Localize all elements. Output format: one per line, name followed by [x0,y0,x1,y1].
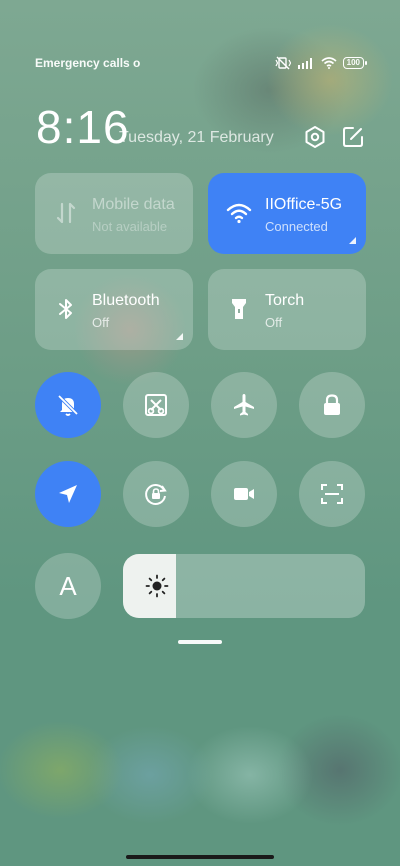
wifi-tile[interactable]: IIOffice-5G Connected [208,173,366,254]
mobile-data-tile[interactable]: Mobile data Not available [35,173,193,254]
screenshot-toggle[interactable] [123,372,189,438]
brightness-icon [145,574,169,598]
scan-icon [321,484,343,504]
rotation-lock-toggle[interactable] [123,461,189,527]
vibrate-off-icon [275,56,291,70]
date: Tuesday, 21 February [119,129,274,146]
panel-handle[interactable] [178,640,222,644]
airplane-mode-toggle[interactable] [211,372,277,438]
edit-icon[interactable] [340,124,366,150]
brightness-slider[interactable] [123,554,365,618]
airplane-icon [234,394,254,416]
rotation-lock-icon [145,483,167,505]
lock-screen-toggle[interactable] [299,372,365,438]
bluetooth-title: Bluetooth [92,292,160,309]
font-size-label: A [59,570,77,601]
screenshot-icon [145,394,167,416]
mute-icon [57,394,79,416]
header: 8:16 Tuesday, 21 February [36,102,364,152]
mobile-data-status: Not available [92,219,168,234]
expand-corner-icon [349,237,356,244]
screen-recorder-toggle[interactable] [211,461,277,527]
signal-icon [297,58,312,69]
torch-title: Torch [265,292,305,309]
status-icons: 100 [275,56,368,70]
wifi-status-icon [321,57,337,69]
font-size-button[interactable]: A [35,553,101,619]
expand-corner-icon [176,333,183,340]
scanner-toggle[interactable] [299,461,365,527]
clock: 8:16 [36,101,130,153]
torch-tile[interactable]: Torch Off [208,269,366,350]
video-icon [234,488,254,500]
bluetooth-tile[interactable]: Bluetooth Off [35,269,193,350]
battery-icon: 100 [342,57,368,69]
carrier-text: Emergency calls o [35,56,141,70]
bluetooth-status: Off [92,315,110,330]
mobile-data-title: Mobile data [92,196,175,213]
torch-status: Off [265,315,283,330]
status-bar: Emergency calls o 100 [35,55,368,71]
mobile-data-icon [56,202,76,224]
settings-icon[interactable] [302,124,328,150]
wifi-status: Connected [265,219,328,234]
bluetooth-icon [59,299,72,319]
lock-icon [324,394,340,415]
mute-toggle[interactable] [35,372,101,438]
gesture-bar[interactable] [126,855,274,859]
wifi-network-name: IIOffice-5G [265,196,343,213]
location-toggle[interactable] [35,461,101,527]
location-icon [59,485,77,503]
torch-icon [232,299,246,319]
wifi-icon [226,203,252,224]
